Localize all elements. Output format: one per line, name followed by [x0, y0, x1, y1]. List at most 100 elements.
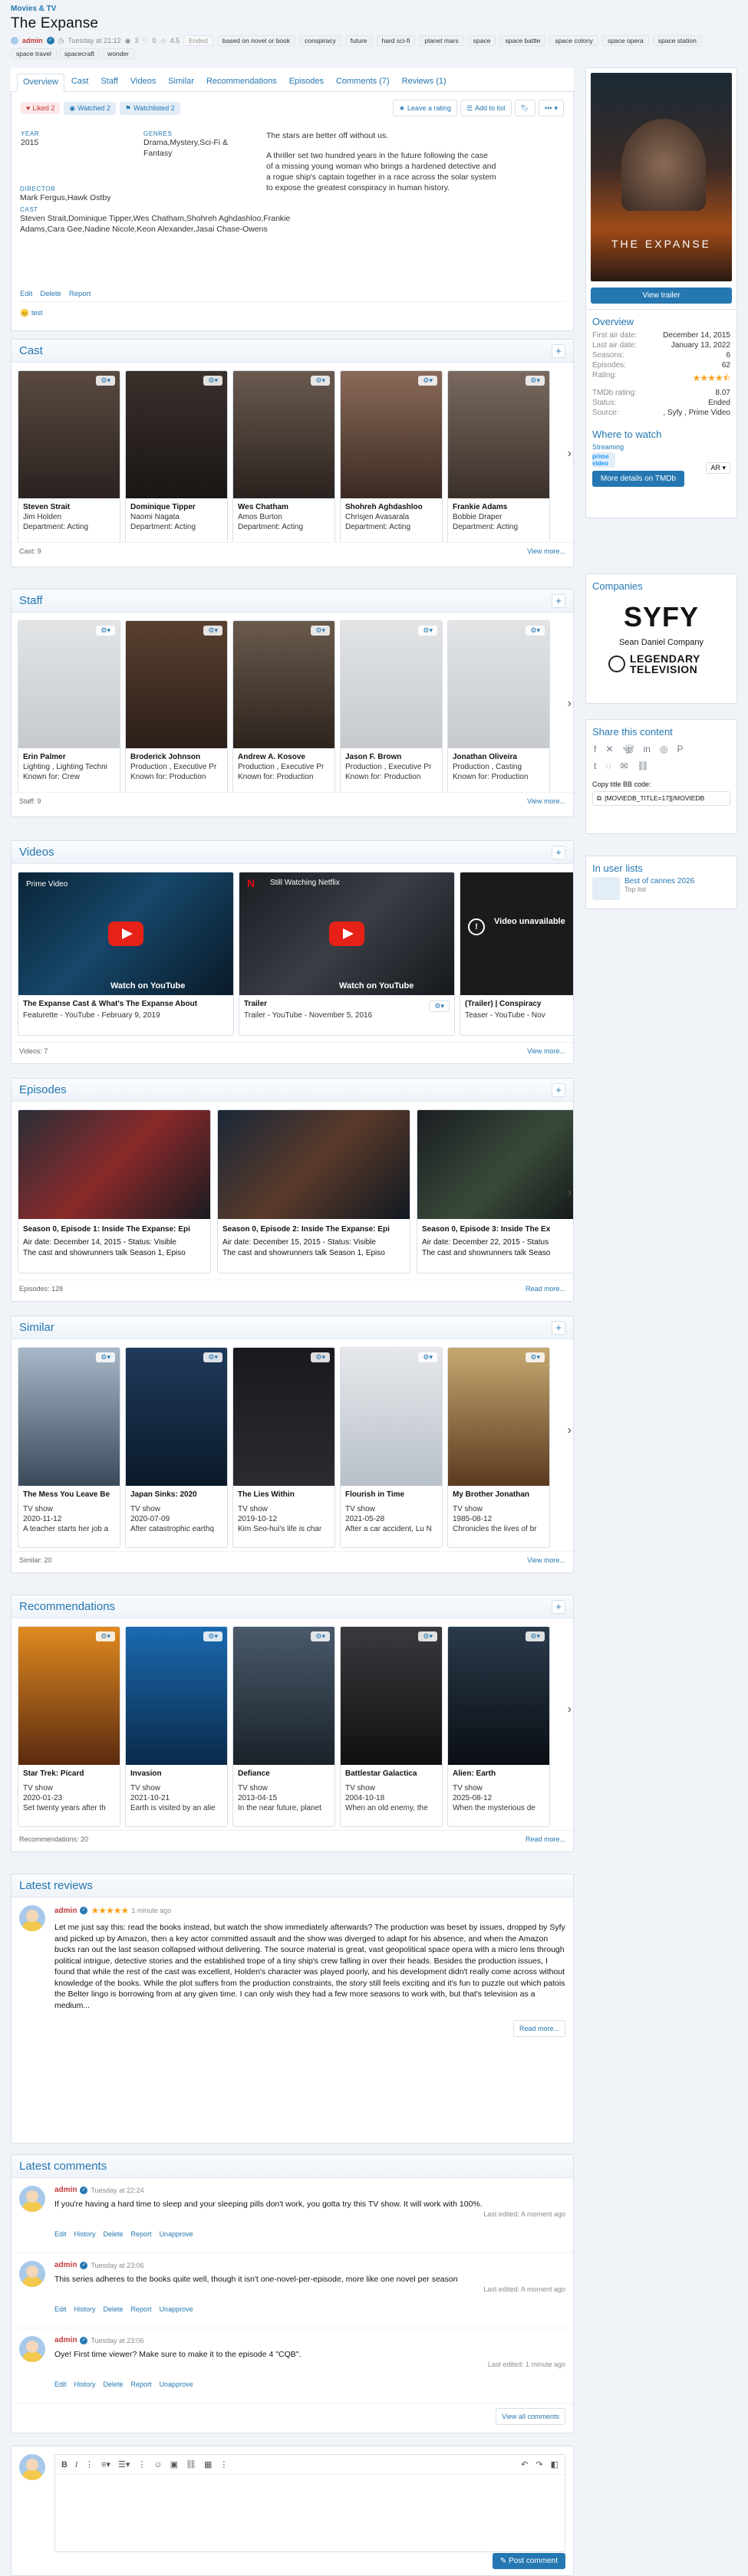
undo-icon[interactable]: ↶: [521, 2459, 528, 2469]
tag[interactable]: space opera: [601, 35, 649, 46]
comment-unapprove-link[interactable]: Unapprove: [160, 2305, 193, 2313]
scroll-right-icon[interactable]: ›: [568, 1424, 572, 1438]
tag[interactable]: space station: [652, 35, 702, 46]
title-card[interactable]: ⚙▾ Alien: Earth TV show 2025-08-12 When …: [447, 1626, 550, 1827]
gear-icon[interactable]: ⚙▾: [418, 376, 437, 386]
tumblr-icon[interactable]: t: [594, 761, 596, 771]
comment-edit-link[interactable]: Edit: [54, 2380, 67, 2388]
whatsapp-icon[interactable]: ◌: [605, 761, 611, 771]
post-comment-button[interactable]: ✎ Post comment: [492, 2553, 565, 2569]
watch-on-youtube[interactable]: Watch on YouTube: [339, 981, 414, 991]
tab-staff[interactable]: Staff: [95, 74, 123, 92]
read-more-button[interactable]: Read more...: [512, 2020, 565, 2037]
tag[interactable]: conspiracy: [299, 35, 341, 46]
breadcrumb[interactable]: Movies & TV: [11, 0, 737, 13]
comment-textarea[interactable]: [55, 2475, 565, 2551]
avatar[interactable]: [19, 2261, 45, 2287]
region-select[interactable]: AR ▾: [706, 462, 730, 474]
emoji-icon[interactable]: ☺: [153, 2460, 162, 2469]
youtube-play-icon[interactable]: [108, 922, 143, 946]
bookmark-button[interactable]: 🔖︎: [514, 100, 536, 117]
tag[interactable]: hard sci-fi: [376, 35, 416, 46]
pinterest-icon[interactable]: P: [677, 744, 683, 754]
tag[interactable]: future: [344, 35, 373, 46]
view-more-link[interactable]: View more...: [527, 797, 565, 805]
edit-link[interactable]: Edit: [20, 290, 32, 298]
delete-link[interactable]: Delete: [40, 290, 61, 298]
gear-icon[interactable]: ⚙▾: [203, 376, 222, 386]
person-card[interactable]: ⚙▾ Steven Strait Jim Holden Department: …: [18, 370, 120, 542]
title-card[interactable]: ⚙▾ My Brother Jonathan TV show 1985-08-1…: [447, 1347, 550, 1548]
gear-icon[interactable]: ⚙▾: [526, 626, 545, 636]
episode-card[interactable]: Season 0, Episode 3: Inside The Ex Air d…: [417, 1109, 573, 1273]
video-card[interactable]: Still Watching Netflix N Watch on YouTub…: [239, 872, 455, 1036]
tag[interactable]: based on novel or book: [216, 35, 296, 46]
comment-report-link[interactable]: Report: [131, 2230, 152, 2238]
comment-delete-link[interactable]: Delete: [104, 2305, 124, 2313]
person-card[interactable]: ⚙▾ Jason F. Brown Production , Executive…: [340, 620, 443, 792]
comment-history-link[interactable]: History: [74, 2230, 96, 2238]
person-card[interactable]: ⚙▾ Wes Chatham Amos Burton Department: A…: [232, 370, 335, 542]
linkedin-icon[interactable]: in: [644, 744, 651, 754]
tab-overview[interactable]: Overview: [17, 74, 64, 92]
x-icon[interactable]: ✕: [605, 744, 613, 754]
scroll-right-icon[interactable]: ›: [568, 697, 572, 711]
tab-recommendations[interactable]: Recommendations: [201, 74, 282, 92]
list-icon[interactable]: ☰▾: [118, 2459, 130, 2469]
episode-card[interactable]: Season 0, Episode 2: Inside The Expanse:…: [217, 1109, 410, 1273]
gear-icon[interactable]: ⚙▾: [526, 1631, 545, 1641]
scroll-right-icon[interactable]: ›: [568, 1703, 572, 1717]
comment-unapprove-link[interactable]: Unapprove: [160, 2230, 193, 2238]
gear-icon[interactable]: ⚙▾: [96, 626, 115, 636]
bluesky-icon[interactable]: 🦋︎: [622, 744, 634, 754]
title-card[interactable]: ⚙▾ Battlestar Galactica TV show 2004-10-…: [340, 1626, 443, 1827]
comment-delete-link[interactable]: Delete: [104, 2380, 124, 2388]
italic-icon[interactable]: I: [75, 2460, 77, 2469]
more-icon[interactable]: ⋮: [219, 2459, 228, 2469]
tag[interactable]: space: [467, 35, 496, 46]
bb-code-field[interactable]: ⧉ [MOVIEDB_TITLE=17][/MOVIEDB: [592, 791, 730, 806]
gear-icon[interactable]: ⚙▾: [96, 1352, 115, 1362]
gear-icon[interactable]: ⚙▾: [429, 1001, 450, 1012]
leave-rating-button[interactable]: ★ Leave a rating: [392, 100, 457, 117]
comment-edit-link[interactable]: Edit: [54, 2230, 67, 2238]
liked-button[interactable]: ♥ Liked 2: [21, 102, 61, 114]
watched-button[interactable]: ◉ Watched 2: [64, 101, 116, 115]
add-button[interactable]: +: [552, 1320, 565, 1335]
facebook-icon[interactable]: f: [594, 744, 596, 754]
comment-unapprove-link[interactable]: Unapprove: [160, 2380, 193, 2388]
tab-similar[interactable]: Similar: [163, 74, 199, 92]
comment-author[interactable]: admin: [54, 2186, 77, 2194]
view-more-link[interactable]: Read more...: [526, 1285, 565, 1293]
add-button[interactable]: +: [552, 845, 565, 859]
view-more-link[interactable]: View more...: [527, 1047, 565, 1055]
gear-icon[interactable]: ⚙▾: [203, 626, 222, 636]
avatar[interactable]: [19, 1905, 45, 1931]
email-icon[interactable]: ✉: [620, 761, 628, 771]
scroll-right-icon[interactable]: ›: [568, 1186, 572, 1200]
tag[interactable]: space colony: [549, 35, 598, 46]
person-card[interactable]: ⚙▾ Shohreh Aghdashloo Chrisjen Avasarala…: [340, 370, 443, 542]
link-icon[interactable]: ⛓: [186, 2459, 196, 2469]
link-icon[interactable]: ⛓: [638, 761, 649, 771]
scroll-right-icon[interactable]: ›: [568, 447, 572, 461]
title-card[interactable]: ⚙▾ Invasion TV show 2021-10-21 Earth is …: [125, 1626, 228, 1827]
avatar[interactable]: [19, 2336, 45, 2362]
view-more-link[interactable]: Read more...: [526, 1835, 565, 1843]
gear-icon[interactable]: ⚙▾: [311, 1631, 330, 1641]
prime-video-logo[interactable]: prime video: [592, 452, 615, 468]
episode-card[interactable]: Season 0, Episode 1: Inside The Expanse:…: [18, 1109, 211, 1273]
tag[interactable]: space travel: [11, 48, 57, 59]
video-card[interactable]: ! Video unavailable (Trailer) | Conspira…: [460, 872, 573, 1036]
reaction-icon[interactable]: 😊: [20, 308, 29, 317]
view-all-comments-button[interactable]: View all comments: [496, 2408, 565, 2425]
comment-author[interactable]: admin: [54, 2261, 77, 2269]
add-button[interactable]: +: [552, 343, 565, 358]
person-card[interactable]: ⚙▾ Erin Palmer Lighting , Lighting Techn…: [18, 620, 120, 792]
tag[interactable]: space battle: [499, 35, 546, 46]
title-card[interactable]: ⚙▾ Star Trek: Picard TV show 2020-01-23 …: [18, 1626, 120, 1827]
gear-icon[interactable]: ⚙▾: [311, 626, 330, 636]
company-logo-legendary[interactable]: LEGENDARY TELEVISION: [630, 653, 714, 675]
gear-icon[interactable]: ⚙▾: [526, 1352, 545, 1362]
person-card[interactable]: ⚙▾ Dominique Tipper Naomi Nagata Departm…: [125, 370, 228, 542]
